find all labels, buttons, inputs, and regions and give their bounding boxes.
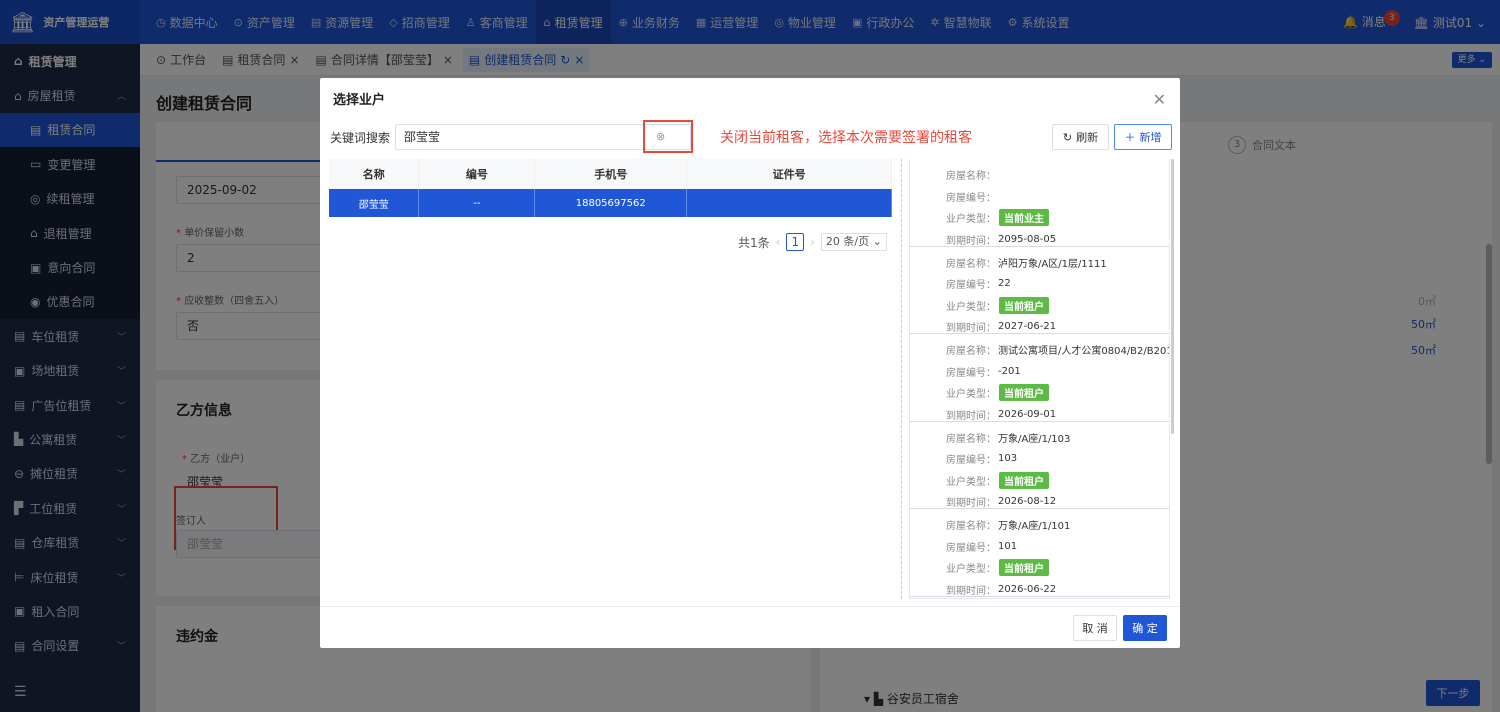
cell-id bbox=[686, 189, 892, 217]
tenant-type-badge: 当前租户 bbox=[999, 296, 1049, 314]
next-page-icon[interactable]: › bbox=[810, 235, 815, 249]
tenant-type-badge: 当前租户 bbox=[999, 384, 1049, 402]
panel-divider bbox=[901, 159, 902, 599]
table-row[interactable]: 邵莹莹 -- 18805697562 bbox=[329, 189, 892, 217]
confirm-button[interactable]: 确 定 bbox=[1123, 615, 1167, 641]
column-code[interactable]: 编号 bbox=[418, 159, 536, 189]
cell-code: -- bbox=[418, 189, 536, 217]
plus-icon: ＋ bbox=[1124, 131, 1136, 144]
cancel-button[interactable]: 取 消 bbox=[1073, 615, 1117, 641]
list-item[interactable]: 房屋名称： 泸阳万象/A区/1层/1111 房屋编号： 22 业户类型： 当前租户 到… bbox=[910, 247, 1169, 334]
refresh-icon: ↻ bbox=[1062, 130, 1073, 144]
house-list: 房屋名称： 房屋编号： 业户类型： 当前业主 到期时间： 2095-08-05 房屋… bbox=[909, 159, 1170, 599]
keyword-label: 关键词搜索 bbox=[330, 131, 391, 145]
column-name[interactable]: 名称 bbox=[329, 159, 420, 189]
list-item[interactable]: 房屋名称： 万象/A座/1/103 房屋编号： 103 业户类型： 当前租户 到期时间… bbox=[910, 422, 1169, 509]
cell-name: 邵莹莹 bbox=[329, 189, 420, 217]
dialog-footer: 取 消 确 定 bbox=[320, 606, 1180, 648]
cell-phone: 18805697562 bbox=[534, 189, 688, 217]
tenant-type-badge: 当前租户 bbox=[999, 471, 1049, 489]
add-tenant-button[interactable]: ＋新增 bbox=[1114, 124, 1172, 150]
tenant-type-badge: 当前租户 bbox=[999, 559, 1049, 577]
total-count: 共1条 bbox=[738, 235, 770, 250]
tenant-type-badge: 当前业主 bbox=[999, 209, 1049, 227]
list-item[interactable]: 房屋名称： 房屋编号： 业户类型： 当前业主 到期时间： 2095-08-05 bbox=[910, 159, 1169, 247]
list-item[interactable]: 房屋名称： 测试公寓项目/人才公寓0804/B2/B201 房屋编号： -201 业… bbox=[910, 334, 1169, 422]
instruction-annotation: 关闭当前租客，选择本次需要签署的租客 bbox=[720, 130, 972, 146]
tenant-table: 名称 编号 手机号 证件号 邵莹莹 -- 18805697562 bbox=[329, 159, 892, 217]
page-number[interactable]: 1 bbox=[786, 233, 805, 251]
select-tenant-dialog: 选择业户 ✕ 关键词搜索 邵莹莹 ⊗ 关闭当前租客，选择本次需要签署的租客 ↻ 刷… bbox=[320, 78, 1180, 648]
dialog-title: 选择业户 bbox=[333, 93, 386, 108]
house-list-scrollbar[interactable] bbox=[1171, 159, 1174, 434]
list-item[interactable]: 房屋名称： 万象/A座/1/101 房屋编号： 101 业户类型： 当前租户 到期时间… bbox=[910, 509, 1169, 597]
refresh-button[interactable]: ↻ 刷新 bbox=[1052, 124, 1109, 150]
prev-page-icon[interactable]: ‹ bbox=[776, 235, 781, 249]
pagination: 共1条 ‹ 1 › 20 条/页 ⌄ bbox=[738, 233, 887, 251]
column-phone[interactable]: 手机号 bbox=[534, 159, 688, 189]
column-id[interactable]: 证件号 bbox=[686, 159, 892, 189]
clear-button-highlight bbox=[643, 120, 693, 153]
table-header-row: 名称 编号 手机号 证件号 bbox=[329, 159, 892, 189]
page-size-select[interactable]: 20 条/页 ⌄ bbox=[820, 233, 887, 251]
close-icon[interactable]: ✕ bbox=[1153, 90, 1166, 109]
